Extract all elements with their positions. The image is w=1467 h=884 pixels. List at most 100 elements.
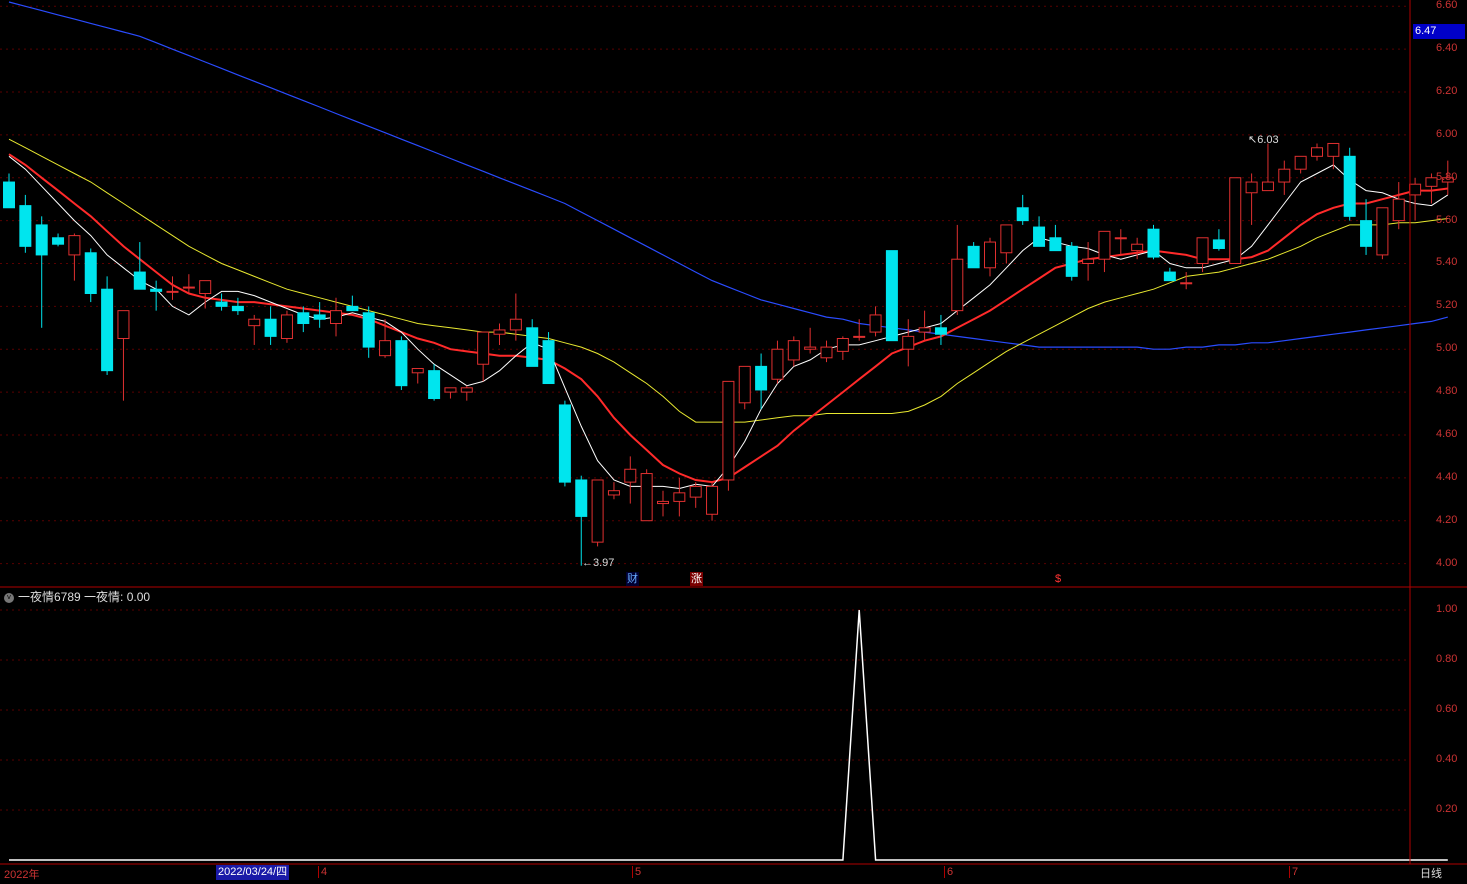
price-tick: 4.00 [1436,556,1458,569]
candle[interactable] [1049,224,1062,252]
candle[interactable] [84,248,97,303]
candle[interactable] [35,216,48,328]
price-tick: 4.20 [1436,513,1458,526]
candle-body [1327,142,1340,157]
candle[interactable] [1376,207,1389,260]
candle[interactable] [951,224,964,315]
candle[interactable] [607,482,620,500]
candle[interactable] [150,280,163,311]
candle[interactable] [1098,230,1111,273]
candle[interactable] [117,310,130,401]
candle[interactable] [1016,194,1029,225]
candle[interactable] [1392,182,1405,230]
candle[interactable] [52,233,65,247]
circle-chevron-icon[interactable]: ˅ [4,592,14,603]
price-tick: 6.40 [1436,42,1458,55]
candle[interactable] [918,310,931,341]
candle[interactable] [477,331,490,382]
event-mark[interactable]: 涨 [690,572,703,586]
candle[interactable] [689,482,702,508]
candle[interactable] [1033,216,1046,247]
candle-body [150,288,163,292]
candle[interactable] [1311,143,1323,161]
candle[interactable] [787,336,800,367]
candle[interactable] [755,353,768,410]
candle[interactable] [657,490,669,517]
candle[interactable] [591,479,604,547]
month-label: 7 [1289,866,1298,878]
candle-body [836,338,849,352]
candle[interactable] [984,237,996,277]
candle[interactable] [19,194,32,253]
candle[interactable] [1065,242,1078,281]
candle[interactable] [624,456,637,504]
candle[interactable] [885,250,898,342]
candle[interactable] [1180,272,1193,290]
candle[interactable] [1114,229,1127,255]
candle[interactable] [3,173,15,209]
candle[interactable] [411,368,424,384]
candle[interactable] [1409,177,1422,221]
candle[interactable] [1163,267,1176,282]
candle[interactable] [673,477,686,517]
candle[interactable] [101,276,114,375]
candle[interactable] [1327,142,1340,170]
candle[interactable] [1278,160,1291,195]
candle[interactable] [1294,155,1307,174]
candle[interactable] [934,314,947,345]
candle[interactable] [313,302,326,328]
candle[interactable] [1261,143,1274,192]
candle[interactable] [526,319,539,367]
candle[interactable] [1147,224,1160,260]
candle[interactable] [1360,199,1373,255]
candle[interactable] [362,306,375,358]
candle-body [395,340,408,387]
candle[interactable] [820,340,833,363]
candle[interactable] [395,336,408,390]
candle[interactable] [869,306,882,337]
event-mark[interactable]: 财 [626,572,639,586]
candle[interactable] [215,293,228,311]
indicator-tick: 0.20 [1436,803,1458,815]
candle[interactable] [1000,224,1013,264]
candle[interactable] [297,306,310,333]
candle[interactable] [771,340,784,384]
candle-body [591,479,604,543]
candle[interactable] [1229,177,1242,264]
price-tick: 4.40 [1436,470,1458,483]
candle[interactable] [280,310,293,343]
candlestick-series[interactable] [3,142,1454,566]
chart-canvas[interactable] [0,0,1467,884]
candle[interactable] [68,233,81,281]
candle[interactable] [199,280,212,309]
candle[interactable] [231,297,244,315]
price-tick: 5.20 [1436,299,1458,312]
candle[interactable] [248,314,261,345]
candle[interactable] [558,400,571,487]
candle[interactable] [640,469,653,522]
candle[interactable] [264,306,277,345]
candle[interactable] [1245,173,1258,225]
event-mark[interactable]: $ [1054,572,1063,586]
candle[interactable] [460,385,473,401]
candle[interactable] [722,380,735,491]
candle-body [411,368,424,374]
candle[interactable] [166,276,179,300]
candle[interactable] [1343,147,1356,221]
period-daily-button[interactable]: 日线 [1420,865,1442,881]
candle[interactable] [836,336,849,360]
candle[interactable] [493,323,506,345]
candle[interactable] [902,319,915,367]
candle[interactable] [1212,229,1225,251]
candle-body [1033,226,1046,247]
candle[interactable] [346,295,359,312]
candle[interactable] [706,482,719,521]
candle[interactable] [444,387,457,399]
candle[interactable] [804,327,817,354]
candle[interactable] [428,364,441,401]
candle-body [771,348,784,380]
candle[interactable] [738,365,751,410]
candle[interactable] [967,242,980,269]
candle[interactable] [133,242,146,290]
candle-body [313,314,326,320]
